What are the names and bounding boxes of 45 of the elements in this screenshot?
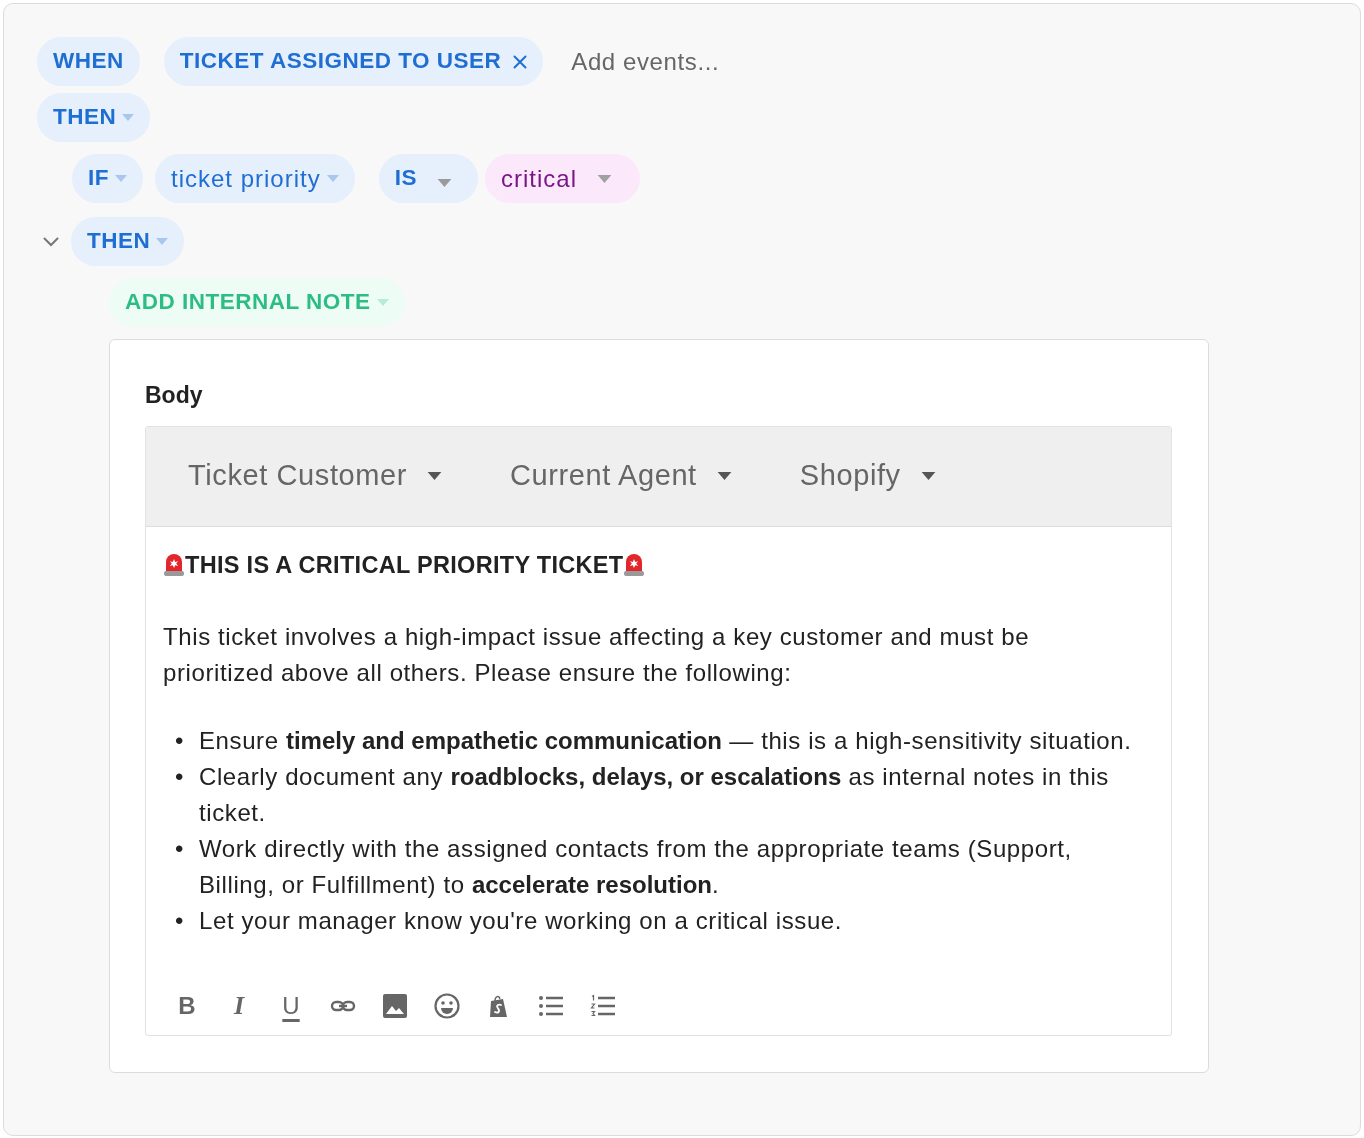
variable-dropdown[interactable]: Ticket Customer <box>188 454 443 498</box>
bullet-marker: • <box>174 725 185 756</box>
bullet-item: Ensure timely and empathetic communication — this is a high-sensitivity situation. <box>199 725 1132 756</box>
bullet-marker: • <box>174 833 185 864</box>
siren-icon <box>163 552 185 577</box>
variable-dropdown[interactable]: Current Agent <box>510 454 732 498</box>
caret-icon <box>920 472 936 481</box>
siren-icon <box>623 552 646 577</box>
caret-icon <box>436 178 452 187</box>
bullet-marker: • <box>174 905 185 936</box>
event-tag[interactable]: TICKET ASSIGNED TO USER <box>163 37 544 86</box>
add-events-field[interactable]: Add events... <box>561 43 782 80</box>
caret-icon <box>156 238 169 245</box>
caret-icon <box>326 175 339 182</box>
note-paragraph: This ticket involves a high-impact issue affecting a key customer and must be prioritized above all others. Please ensure the following: <box>163 621 1031 688</box>
close-icon[interactable] <box>513 54 528 69</box>
caret-icon <box>376 299 389 306</box>
caret-icon <box>427 472 443 481</box>
value-dropdown[interactable]: critical <box>484 154 640 203</box>
caret-icon <box>115 175 127 182</box>
numbered-list-icon[interactable] <box>590 992 616 1019</box>
caret-icon <box>716 472 732 481</box>
smiley-icon[interactable] <box>434 992 460 1019</box>
variable-dropdown[interactable]: Shopify <box>799 454 936 498</box>
bullet-item: Work directly with the assigned contacts from the appropriate teams (Support, Billing, or Fulfillment) to accelerate resolution. <box>199 833 1073 900</box>
note-editor[interactable] <box>145 425 1172 1036</box>
bold-button[interactable]: B <box>178 993 196 1018</box>
underline-button[interactable]: U <box>282 993 300 1018</box>
chevron-down-icon[interactable] <box>43 236 59 247</box>
caret-icon <box>122 114 135 121</box>
note-heading: THIS IS A CRITICAL PRIORITY TICKET <box>185 550 624 580</box>
then-button[interactable]: THEN <box>37 93 151 142</box>
action-dropdown[interactable]: ADD INTERNAL NOTE <box>109 278 405 327</box>
bullet-marker: • <box>174 761 185 792</box>
italic-button[interactable]: I <box>233 992 245 1019</box>
when-button[interactable]: WHEN <box>37 37 140 86</box>
field-label: Body <box>145 382 204 410</box>
caret-icon <box>597 174 612 183</box>
field-dropdown[interactable]: ticket priority <box>155 154 355 203</box>
operator-dropdown[interactable]: IS <box>378 154 478 203</box>
image-icon[interactable] <box>382 992 408 1019</box>
bullet-item: Clearly document any roadblocks, delays, or escalations as internal notes in this ticket. <box>199 761 1110 828</box>
then-button[interactable]: THEN <box>71 217 185 266</box>
bullet-item: Let your manager know you're working on a critical issue. <box>199 905 843 936</box>
if-button[interactable]: IF <box>72 154 143 203</box>
